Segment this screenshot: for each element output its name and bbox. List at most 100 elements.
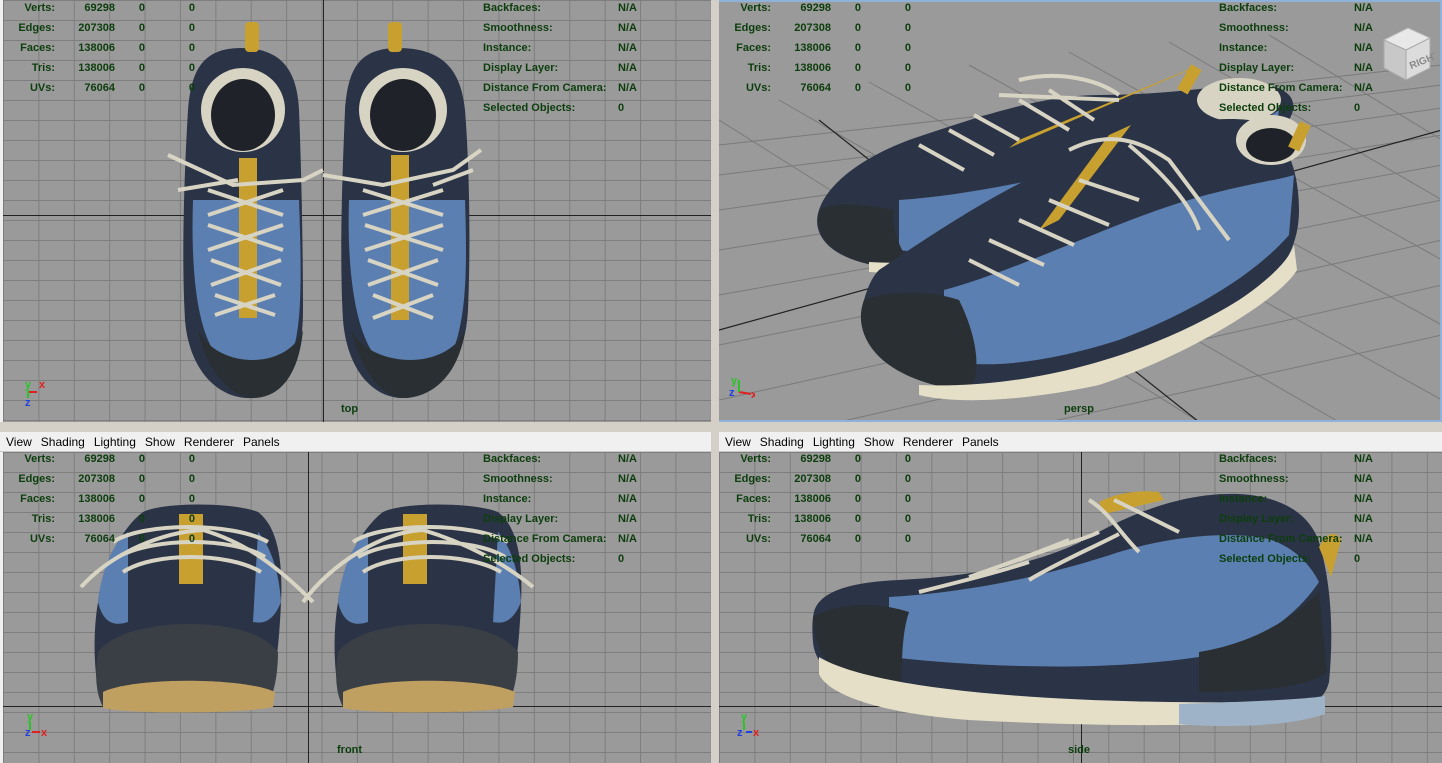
hud-value: 0 bbox=[188, 22, 195, 34]
hud-value: N/A bbox=[618, 513, 637, 525]
hud-label: Faces: bbox=[20, 42, 55, 54]
axis-y-letter: y bbox=[25, 379, 32, 391]
menu-renderer[interactable]: Renderer bbox=[184, 435, 234, 449]
hud-value: 0 bbox=[904, 2, 911, 14]
hud-value: N/A bbox=[618, 2, 637, 14]
menu-panels[interactable]: Panels bbox=[962, 435, 999, 449]
hud-value: N/A bbox=[1354, 533, 1373, 545]
menu-renderer[interactable]: Renderer bbox=[903, 435, 953, 449]
viewport-top[interactable]: Verts: 69298 0 0 Edges: 207308 0 0 Faces: 13800… bbox=[0, 0, 711, 422]
hud-poly-stats: Verts: 69298 0 0 Edges: 207308 0 0 Faces: 13800… bbox=[3, 0, 195, 98]
hud-value: 0 bbox=[188, 2, 195, 14]
axis-x-letter: x bbox=[753, 727, 760, 739]
menu-panels[interactable]: Panels bbox=[243, 435, 280, 449]
hud-value: 0 bbox=[188, 473, 195, 485]
hud-value: N/A bbox=[618, 42, 637, 54]
hud-value: 76064 bbox=[84, 82, 115, 94]
hud-label: Backfaces: bbox=[1219, 453, 1278, 465]
hud-label: Tris: bbox=[31, 62, 55, 74]
hud-value: 76064 bbox=[800, 533, 831, 545]
menu-shading[interactable]: Shading bbox=[41, 435, 85, 449]
hud-value: 207308 bbox=[794, 473, 831, 485]
menu-lighting[interactable]: Lighting bbox=[813, 435, 855, 449]
hud-value: 138006 bbox=[78, 42, 115, 54]
hud-label: Verts: bbox=[24, 453, 55, 465]
hud-label: Tris: bbox=[31, 513, 55, 525]
hud-label: Faces: bbox=[736, 493, 771, 505]
viewport-persp-canvas[interactable]: Verts: 69298 0 0 Edges: 207308 0 0 Faces: 13800… bbox=[719, 0, 1442, 422]
viewport-label-side: side bbox=[1068, 744, 1091, 756]
viewport-divider-horizontal[interactable] bbox=[0, 422, 1442, 432]
hud-value: 0 bbox=[854, 2, 861, 14]
hud-value: 207308 bbox=[794, 22, 831, 34]
hud-label: Edges: bbox=[734, 22, 771, 34]
viewport-persp[interactable]: Verts: 69298 0 0 Edges: 207308 0 0 Faces: 13800… bbox=[719, 0, 1442, 422]
menu-show[interactable]: Show bbox=[145, 435, 175, 449]
hud-label: Instance: bbox=[1219, 42, 1268, 54]
hud-label: UVs: bbox=[29, 533, 55, 545]
hud-label: Verts: bbox=[740, 2, 771, 14]
viewport-top-canvas[interactable]: Verts: 69298 0 0 Edges: 207308 0 0 Faces: 13800… bbox=[3, 0, 711, 422]
menu-show[interactable]: Show bbox=[864, 435, 894, 449]
hud-value: 0 bbox=[904, 82, 911, 94]
viewport-front-canvas[interactable]: Verts: 69298 0 0 Edges: 207308 0 0 Faces: 13800… bbox=[3, 452, 711, 763]
viewcube-icon[interactable]: RIGHT bbox=[1374, 22, 1434, 86]
axis-indicator-side: y z x bbox=[737, 711, 760, 739]
hud-value: 138006 bbox=[794, 493, 831, 505]
hud-value: 0 bbox=[854, 453, 861, 465]
hud-value: 0 bbox=[1354, 553, 1361, 565]
axis-indicator-top: y x z bbox=[25, 379, 46, 408]
hud-value: 69298 bbox=[800, 2, 831, 14]
hud-label: Display Layer: bbox=[1219, 62, 1295, 74]
viewport-label-persp: persp bbox=[1064, 403, 1094, 415]
hud-label: Edges: bbox=[18, 473, 55, 485]
menu-view[interactable]: View bbox=[6, 435, 32, 449]
hud-value: 138006 bbox=[78, 513, 115, 525]
hud-label: UVs: bbox=[745, 533, 771, 545]
hud-label: Selected Objects: bbox=[483, 553, 576, 565]
viewport-divider-vertical[interactable] bbox=[711, 0, 719, 763]
hud-value: 0 bbox=[904, 42, 911, 54]
viewport-front[interactable]: View Shading Lighting Show Renderer Pane… bbox=[0, 432, 711, 763]
menu-shading[interactable]: Shading bbox=[760, 435, 804, 449]
hud-value: 138006 bbox=[794, 62, 831, 74]
menu-lighting[interactable]: Lighting bbox=[94, 435, 136, 449]
hud-value: 0 bbox=[904, 513, 911, 525]
hud-value: 0 bbox=[138, 493, 145, 505]
axis-x-letter: x bbox=[39, 379, 46, 391]
hud-label: Distance From Camera: bbox=[483, 82, 607, 94]
hud-label: Selected Objects: bbox=[483, 102, 576, 114]
viewport-side-canvas[interactable]: Verts: 69298 0 0 Edges: 207308 0 0 Faces: 13800… bbox=[719, 452, 1442, 763]
hud-value: 0 bbox=[138, 473, 145, 485]
axis-z-letter: z bbox=[729, 387, 735, 399]
hud-value: N/A bbox=[618, 533, 637, 545]
hud-poly-stats: Verts: 69298 0 0 Edges: 207308 0 0 Faces: 13800… bbox=[3, 452, 195, 549]
hud-object-details: Backfaces: N/A Smoothness: N/A Instance: N/… bbox=[1219, 0, 1384, 118]
hud-value: 0 bbox=[854, 493, 861, 505]
hud-value: 0 bbox=[138, 62, 145, 74]
hud-label: UVs: bbox=[745, 82, 771, 94]
hud-object-details: Backfaces: N/A Smoothness: N/A Instance: N/… bbox=[483, 452, 648, 569]
hud-value: N/A bbox=[618, 82, 637, 94]
viewport-side[interactable]: View Shading Lighting Show Renderer Pane… bbox=[719, 432, 1442, 763]
hud-value: 0 bbox=[138, 533, 145, 545]
hud-value: 0 bbox=[188, 42, 195, 54]
hud-value: N/A bbox=[618, 22, 637, 34]
hud-label: Distance From Camera: bbox=[1219, 533, 1343, 545]
menu-view[interactable]: View bbox=[725, 435, 751, 449]
hud-label: Verts: bbox=[24, 2, 55, 14]
hud-value: 0 bbox=[188, 82, 195, 94]
hud-value: 0 bbox=[854, 513, 861, 525]
hud-value: 0 bbox=[188, 493, 195, 505]
viewport-menubar: View Shading Lighting Show Renderer Pane… bbox=[0, 432, 711, 452]
hud-value: 0 bbox=[618, 102, 625, 114]
hud-value: 0 bbox=[904, 473, 911, 485]
hud-value: N/A bbox=[618, 473, 637, 485]
hud-label: Smoothness: bbox=[483, 22, 553, 34]
hud-value: 0 bbox=[854, 473, 861, 485]
hud-value: 0 bbox=[188, 453, 195, 465]
hud-object-details: Backfaces: N/A Smoothness: N/A Instance: N/… bbox=[483, 0, 648, 118]
hud-label: Edges: bbox=[734, 473, 771, 485]
hud-value: 0 bbox=[138, 513, 145, 525]
axis-z-letter: z bbox=[737, 727, 743, 739]
